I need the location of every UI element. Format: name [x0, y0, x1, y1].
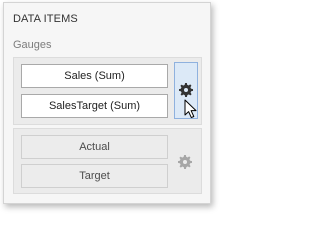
placeholder-actual[interactable]: Actual	[21, 135, 168, 159]
gear-icon	[178, 155, 192, 169]
placeholder-target[interactable]: Target	[21, 164, 168, 188]
gauge-item-actual[interactable]: Sales (Sum)	[21, 64, 168, 88]
data-items-panel: DATA ITEMS Gauges Sales (Sum) SalesTarge…	[3, 2, 211, 204]
section-label-gauges: Gauges	[13, 39, 52, 51]
gauge-item-group: Sales (Sum) SalesTarget (Sum)	[13, 57, 202, 125]
placeholder-options-button	[174, 151, 198, 173]
mouse-cursor-icon	[184, 99, 197, 119]
gear-icon	[179, 83, 193, 97]
gauge-item-target[interactable]: SalesTarget (Sum)	[21, 94, 168, 118]
gauge-placeholder-group: Actual Target	[13, 128, 202, 194]
panel-title: DATA ITEMS	[13, 13, 78, 25]
